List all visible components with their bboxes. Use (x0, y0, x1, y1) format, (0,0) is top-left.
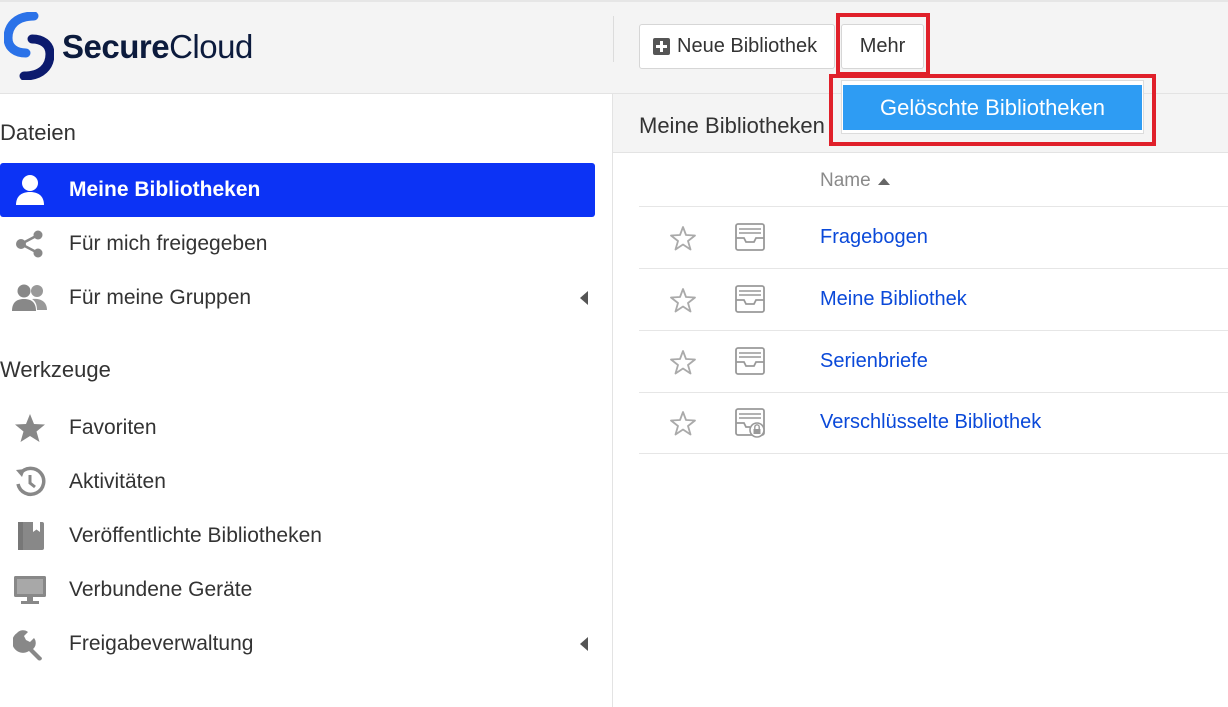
table-row[interactable]: Verschlüsselte Bibliothek (639, 392, 1228, 454)
page-title: Meine Bibliotheken (639, 113, 825, 138)
sidebar-item-my-groups[interactable]: Für meine Gruppen (0, 271, 595, 325)
sidebar-item-label: Für mich freigegeben (69, 232, 268, 255)
library-name-link[interactable]: Serienbriefe (820, 350, 928, 373)
encrypted-library-icon (735, 408, 765, 438)
star-outline-icon[interactable] (670, 349, 696, 375)
new-library-label: Neue Bibliothek (677, 35, 818, 57)
monitor-icon (12, 572, 48, 608)
sidebar-item-connected-devices[interactable]: Verbundene Geräte (0, 563, 595, 617)
library-icon (735, 347, 765, 375)
sidebar: Dateien Meine Bibliotheken Für mich frei… (0, 94, 613, 707)
book-icon (12, 518, 48, 554)
tools-section-title: Werkzeuge (0, 357, 111, 382)
brand-name: SecureCloud (62, 28, 253, 66)
name-column-header[interactable]: Name (820, 170, 890, 192)
wrench-icon (12, 626, 48, 662)
brand-name-bold: Secure (62, 28, 170, 65)
sidebar-item-label: Favoriten (69, 416, 157, 439)
more-dropdown-menu: Gelöschte Bibliotheken (841, 80, 1144, 134)
share-icon (12, 226, 48, 262)
sidebar-item-shared-with-me[interactable]: Für mich freigegeben (0, 217, 595, 271)
sidebar-item-label: Veröffentlichte Bibliotheken (69, 524, 322, 547)
sidebar-item-label: Meine Bibliotheken (69, 178, 261, 201)
header-top-line (0, 0, 1228, 2)
more-button-label: Mehr (859, 35, 906, 57)
brand-name-regular: Cloud (169, 28, 253, 65)
sidebar-item-label: Verbundene Geräte (69, 578, 253, 601)
table-row[interactable]: Serienbriefe (639, 331, 1228, 393)
star-outline-icon[interactable] (670, 225, 696, 251)
brand-logo[interactable]: SecureCloud (4, 12, 304, 80)
star-icon (12, 410, 48, 446)
table-row[interactable]: Meine Bibliothek (639, 269, 1228, 331)
more-button[interactable]: Mehr (841, 24, 924, 69)
sidebar-item-activities[interactable]: Aktivitäten (0, 455, 595, 509)
plus-square-icon (653, 38, 670, 55)
library-name-link[interactable]: Fragebogen (820, 226, 928, 249)
history-icon (12, 464, 48, 500)
name-column-label: Name (820, 170, 871, 191)
menu-item-deleted-libraries[interactable]: Gelöschte Bibliotheken (843, 85, 1142, 130)
new-library-button[interactable]: Neue Bibliothek (639, 24, 835, 69)
library-name-link[interactable]: Meine Bibliothek (820, 288, 967, 311)
user-icon (12, 172, 48, 208)
table-row[interactable]: Fragebogen (639, 207, 1228, 269)
sidebar-item-my-libraries[interactable]: Meine Bibliotheken (0, 163, 595, 217)
group-icon (12, 280, 48, 316)
library-icon (735, 285, 765, 313)
sidebar-item-label: Freigabeverwaltung (69, 632, 254, 655)
caret-left-icon[interactable] (580, 637, 588, 651)
library-icon (735, 223, 765, 251)
files-section-title: Dateien (0, 120, 76, 145)
star-outline-icon[interactable] (670, 410, 696, 436)
header-divider (613, 16, 614, 62)
sidebar-item-label: Aktivitäten (69, 470, 166, 493)
sidebar-item-published-libraries[interactable]: Veröffentlichte Bibliotheken (0, 509, 595, 563)
sidebar-item-share-admin[interactable]: Freigabeverwaltung (0, 617, 595, 671)
sidebar-item-label: Für meine Gruppen (69, 286, 252, 309)
sidebar-item-favorites[interactable]: Favoriten (0, 401, 595, 455)
logo-mark-icon (4, 12, 54, 80)
sort-ascending-icon (877, 177, 890, 185)
caret-left-icon[interactable] (580, 291, 588, 305)
star-outline-icon[interactable] (670, 287, 696, 313)
library-name-link[interactable]: Verschlüsselte Bibliothek (820, 411, 1041, 434)
